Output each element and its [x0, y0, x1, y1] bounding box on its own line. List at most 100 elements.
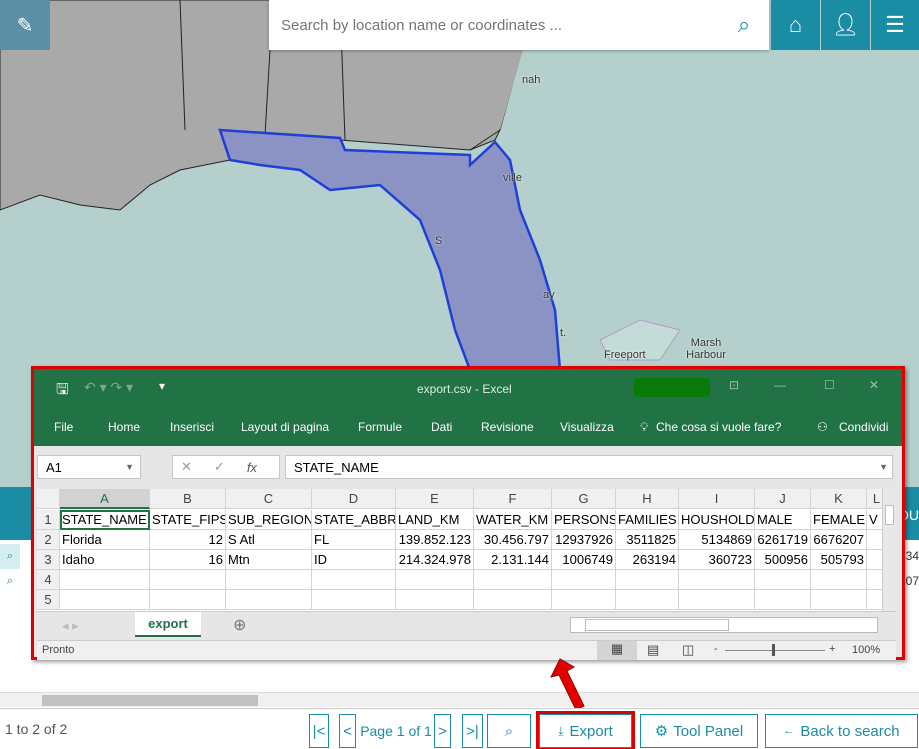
row-header[interactable]: 1	[37, 510, 60, 530]
cell[interactable]: LAND_KM	[396, 510, 474, 530]
fx-icon[interactable]: fx	[247, 460, 257, 475]
cell[interactable]: STATE_FIPS	[150, 510, 226, 530]
ribbon-tab[interactable]: Visualizza	[560, 420, 614, 434]
cell[interactable]	[396, 570, 474, 590]
sheet-horizontal-scrollbar[interactable]	[570, 617, 878, 633]
ribbon-tab[interactable]: Formule	[358, 420, 402, 434]
cell[interactable]	[150, 570, 226, 590]
row-header[interactable]: 3	[37, 550, 60, 570]
cell[interactable]	[867, 550, 882, 570]
scrollbar-thumb[interactable]	[42, 695, 258, 706]
cell[interactable]	[552, 570, 616, 590]
customize-icon[interactable]: ▾	[159, 379, 165, 393]
ribbon-tab[interactable]: Revisione	[481, 420, 534, 434]
cell[interactable]	[396, 590, 474, 610]
cell[interactable]: SUB_REGION	[226, 510, 312, 530]
cell[interactable]: 5134869	[679, 530, 755, 550]
row-header[interactable]: 4	[37, 570, 60, 590]
zoom-in-button[interactable]: +	[829, 643, 835, 655]
cell[interactable]	[679, 570, 755, 590]
zoom-out-button[interactable]: -	[714, 643, 718, 655]
cell[interactable]	[755, 570, 811, 590]
cell[interactable]: FL	[312, 530, 396, 550]
zoom-to-icon[interactable]: ⌕	[0, 569, 20, 594]
column-header-k[interactable]: K	[811, 489, 867, 509]
cell[interactable]: 16	[150, 550, 226, 570]
cell[interactable]: STATE_NAME	[60, 510, 150, 530]
zoom-slider[interactable]	[725, 650, 825, 651]
zoom-to-icon[interactable]: ⌕	[0, 544, 20, 569]
tool-panel-button[interactable]: ⚙ Tool Panel	[640, 714, 758, 748]
chevron-down-icon[interactable]: ▼	[879, 462, 888, 472]
row-header[interactable]: 5	[37, 590, 60, 610]
prev-page-button[interactable]: <	[339, 714, 356, 748]
formula-input[interactable]: STATE_NAME ▼	[285, 455, 893, 479]
cell[interactable]: 505793	[811, 550, 867, 570]
column-header-f[interactable]: F	[474, 489, 552, 509]
share-button[interactable]: Condividi	[839, 420, 888, 434]
cell[interactable]: 139.852.123	[396, 530, 474, 550]
cell[interactable]: 214.324.978	[396, 550, 474, 570]
column-header-d[interactable]: D	[312, 489, 396, 509]
edit-button[interactable]: ✎	[0, 0, 50, 50]
cell[interactable]	[867, 590, 882, 610]
ribbon-tab[interactable]: Inserisci	[170, 420, 214, 434]
cell[interactable]: 2.131.144	[474, 550, 552, 570]
save-icon[interactable]: 🖫	[56, 379, 69, 404]
cell[interactable]	[312, 570, 396, 590]
cell[interactable]: PERSONS	[552, 510, 616, 530]
search-input[interactable]	[269, 16, 719, 34]
cell[interactable]	[474, 590, 552, 610]
cell[interactable]	[60, 590, 150, 610]
cell[interactable]: STATE_ABBR	[312, 510, 396, 530]
undo-icon[interactable]: ↶ ▾ ↷ ▾	[84, 379, 133, 396]
cell[interactable]: 6261719	[755, 530, 811, 550]
cell[interactable]: S Atl	[226, 530, 312, 550]
column-header-c[interactable]: C	[226, 489, 312, 509]
close-icon[interactable]: ✕	[869, 378, 879, 392]
cell[interactable]: 6676207	[811, 530, 867, 550]
cell[interactable]	[867, 570, 882, 590]
cell[interactable]	[312, 590, 396, 610]
cell[interactable]: Idaho	[60, 550, 150, 570]
cell[interactable]: HOUSHOLD	[679, 510, 755, 530]
column-header-a[interactable]: A	[60, 489, 150, 509]
sheet-nav-icon[interactable]: ◂ ▸	[62, 618, 79, 634]
cell[interactable]: 500956	[755, 550, 811, 570]
cell[interactable]: 360723	[679, 550, 755, 570]
cell[interactable]: FAMILIES	[616, 510, 679, 530]
search-icon[interactable]: ⌕	[719, 12, 769, 38]
cell[interactable]	[226, 590, 312, 610]
vertical-scrollbar[interactable]	[882, 489, 896, 611]
cell[interactable]	[679, 590, 755, 610]
check-icon[interactable]: ✓	[214, 459, 225, 475]
add-sheet-icon[interactable]: ⊕	[233, 615, 246, 635]
scrollbar-thumb[interactable]	[585, 619, 729, 631]
cell[interactable]	[60, 570, 150, 590]
column-header-i[interactable]: I	[679, 489, 755, 509]
cell[interactable]	[616, 590, 679, 610]
cell[interactable]	[811, 570, 867, 590]
cell[interactable]	[226, 570, 312, 590]
row-header[interactable]: 2	[37, 530, 60, 550]
cell[interactable]	[616, 570, 679, 590]
column-header-l[interactable]: L	[867, 489, 882, 509]
scrollbar-thumb[interactable]	[885, 505, 894, 525]
zoom-to-results-button[interactable]: ⌕	[487, 714, 531, 748]
ribbon-tab[interactable]: Dati	[431, 420, 452, 434]
spreadsheet-grid[interactable]: A B C D E F G H I J K L 1 STATE_NAME STATE_FIPS SUB_REG…	[37, 489, 882, 611]
maximize-icon[interactable]: ☐	[824, 378, 835, 392]
table-horizontal-scrollbar[interactable]	[0, 692, 919, 707]
user-button[interactable]: 👤︎	[821, 0, 870, 50]
cell[interactable]: MALE	[755, 510, 811, 530]
cell[interactable]: 1006749	[552, 550, 616, 570]
first-page-button[interactable]: |<	[309, 714, 329, 748]
next-page-button[interactable]: >	[434, 714, 451, 748]
cell[interactable]: 30.456.797	[474, 530, 552, 550]
cell[interactable]: 12	[150, 530, 226, 550]
select-all-corner[interactable]	[37, 489, 60, 509]
ribbon-display-icon[interactable]: ⊡	[729, 378, 739, 392]
cell[interactable]: WATER_KM	[474, 510, 552, 530]
normal-view-icon[interactable]: ▦	[597, 641, 637, 660]
sheet-tab-export[interactable]: export	[135, 612, 201, 637]
